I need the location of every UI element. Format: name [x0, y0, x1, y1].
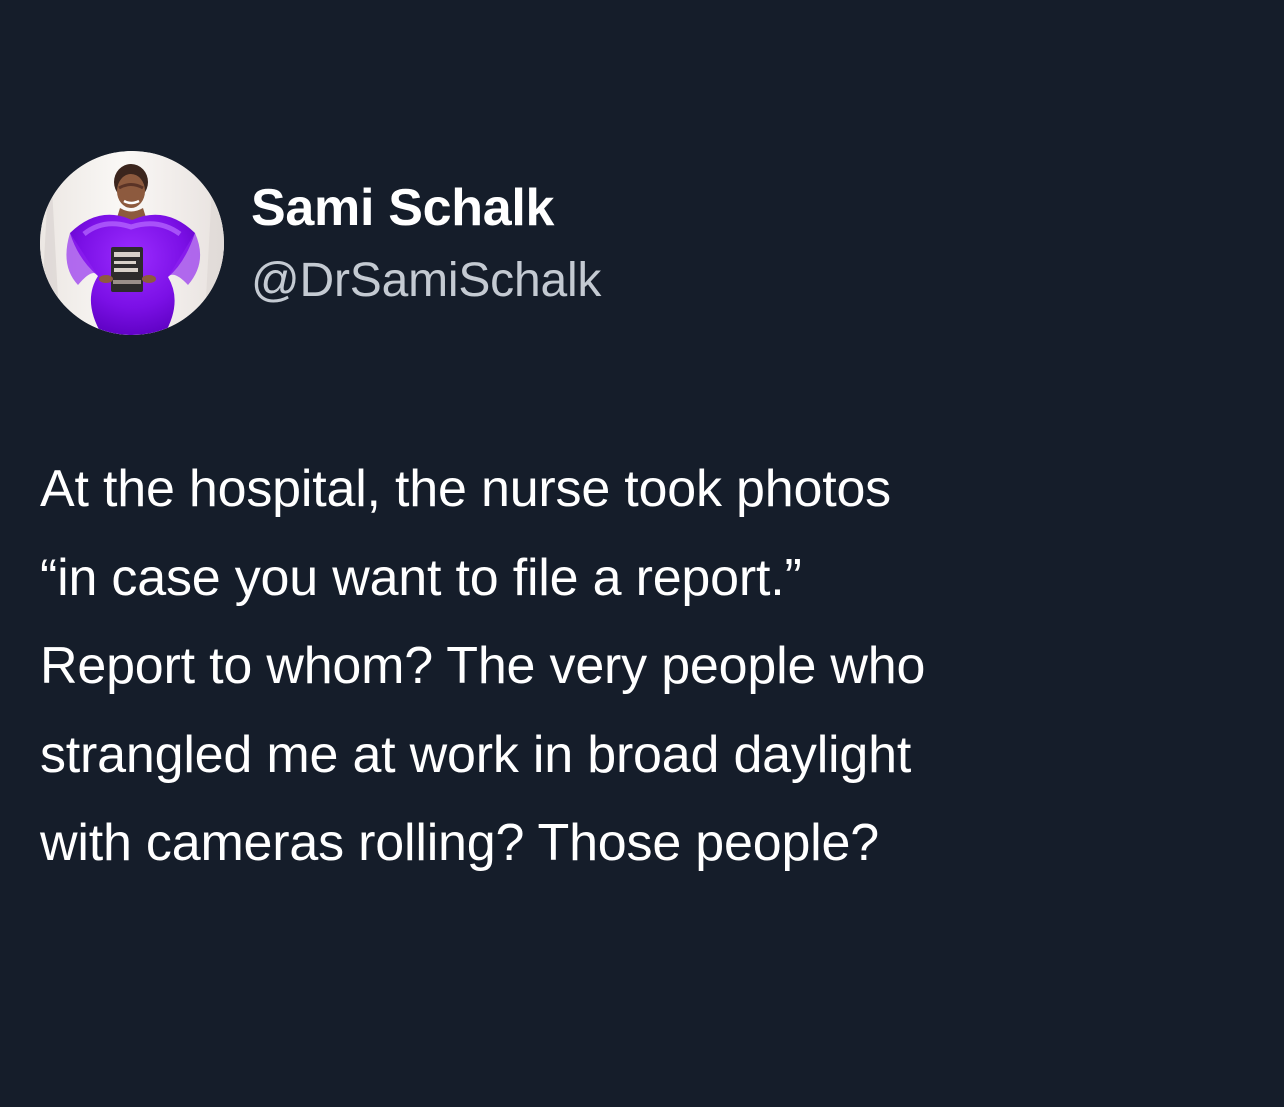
tweet-text-line-4: strangled me at work in broad daylight	[40, 725, 912, 784]
user-handle[interactable]: @DrSamiSchalk	[251, 252, 601, 310]
tweet-card: Sami Schalk @DrSamiSchalk At the hospita…	[0, 0, 1284, 1107]
profile-avatar[interactable]	[40, 151, 224, 335]
tweet-author: Sami Schalk @DrSamiSchalk	[40, 150, 601, 336]
author-meta: Sami Schalk @DrSamiSchalk	[251, 176, 601, 310]
tweet-text-line-5: with cameras rolling? Those people?	[40, 814, 879, 872]
tweet-text-line-2: “in case you want to file a report.”	[40, 548, 802, 607]
tweet-text-line-3: Report to whom? The very people who	[40, 637, 926, 695]
tweet-text: At the hospital, the nurse took photos “…	[40, 445, 1250, 888]
profile-photo-avatar-icon	[40, 151, 224, 335]
display-name[interactable]: Sami Schalk	[251, 176, 601, 240]
tweet-text-line-1: At the hospital, the nurse took photos	[40, 460, 891, 518]
